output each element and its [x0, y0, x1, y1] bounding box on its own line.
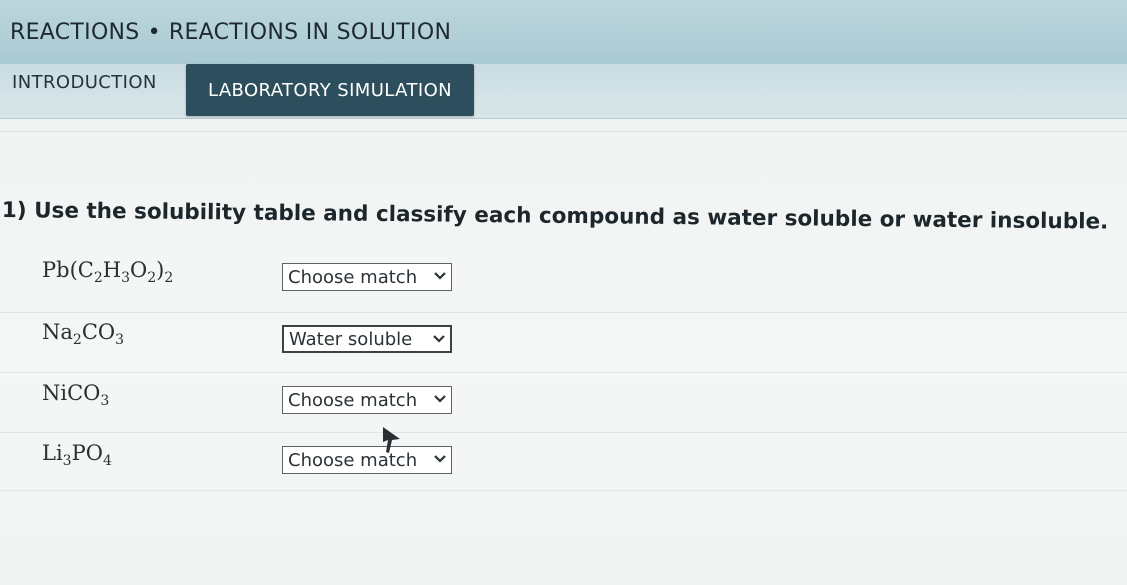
content-divider	[0, 131, 1127, 132]
match-select[interactable]: Choose match	[282, 386, 452, 414]
match-select[interactable]: Choose match	[282, 263, 452, 291]
compound-subscript: 2	[93, 270, 103, 286]
chevron-down-icon	[434, 395, 446, 403]
row-divider	[0, 432, 1127, 433]
match-select-value: Choose match	[288, 389, 418, 411]
breadcrumb-topic[interactable]: REACTIONS IN SOLUTION	[169, 20, 451, 45]
question-prompt: 1) Use the solubility table and classify…	[1, 198, 1109, 235]
compound-subscript: 3	[121, 270, 131, 286]
header-bar: REACTIONS • REACTIONS IN SOLUTION	[0, 0, 1127, 64]
breadcrumb-separator: •	[147, 20, 161, 45]
compound-subscript: 2	[72, 332, 82, 348]
match-select-value: Choose match	[288, 266, 418, 288]
compound-label: Pb(C2H3O2)2	[42, 258, 173, 286]
compound-text: Li	[42, 441, 63, 465]
compound-label: NiCO3	[42, 381, 109, 409]
compound-subscript: 3	[100, 393, 110, 409]
compound-text: Na	[42, 320, 73, 344]
compound-subscript: 2	[147, 270, 157, 286]
tab-strip: INTRODUCTION LABORATORY SIMULATION	[0, 64, 1127, 119]
compound-text: CO	[81, 320, 116, 344]
chevron-down-icon	[434, 272, 446, 280]
chevron-down-icon	[433, 335, 445, 343]
breadcrumb: REACTIONS • REACTIONS IN SOLUTION	[10, 20, 451, 45]
tab-introduction[interactable]: INTRODUCTION	[12, 72, 157, 93]
chevron-down-icon	[434, 455, 446, 463]
compound-text: PO	[71, 441, 103, 465]
compound-subscript: 2	[164, 270, 174, 286]
tab-laboratory-simulation-label: LABORATORY SIMULATION	[207, 79, 453, 101]
match-select-value: Water soluble	[289, 328, 413, 350]
compound-subscript: 4	[102, 453, 112, 469]
row-divider	[0, 490, 1127, 491]
row-divider	[0, 312, 1127, 313]
match-select[interactable]: Choose match	[282, 446, 452, 474]
compound-text: O	[130, 258, 148, 282]
row-divider	[0, 372, 1127, 373]
compound-label: Li3PO4	[42, 441, 112, 469]
tab-laboratory-simulation[interactable]: LABORATORY SIMULATION	[186, 64, 474, 116]
match-select[interactable]: Water soluble	[282, 325, 452, 353]
compound-text: Pb(C	[42, 258, 94, 282]
compound-text: H	[102, 258, 122, 282]
compound-text: NiCO	[42, 381, 101, 405]
page: REACTIONS • REACTIONS IN SOLUTION INTRODUC…	[0, 0, 1127, 585]
compound-subscript: 3	[62, 453, 72, 469]
compound-subscript: 3	[115, 332, 125, 348]
breadcrumb-section[interactable]: REACTIONS	[10, 20, 140, 45]
compound-label: Na2CO3	[42, 320, 124, 348]
mouse-pointer-icon	[383, 427, 400, 453]
